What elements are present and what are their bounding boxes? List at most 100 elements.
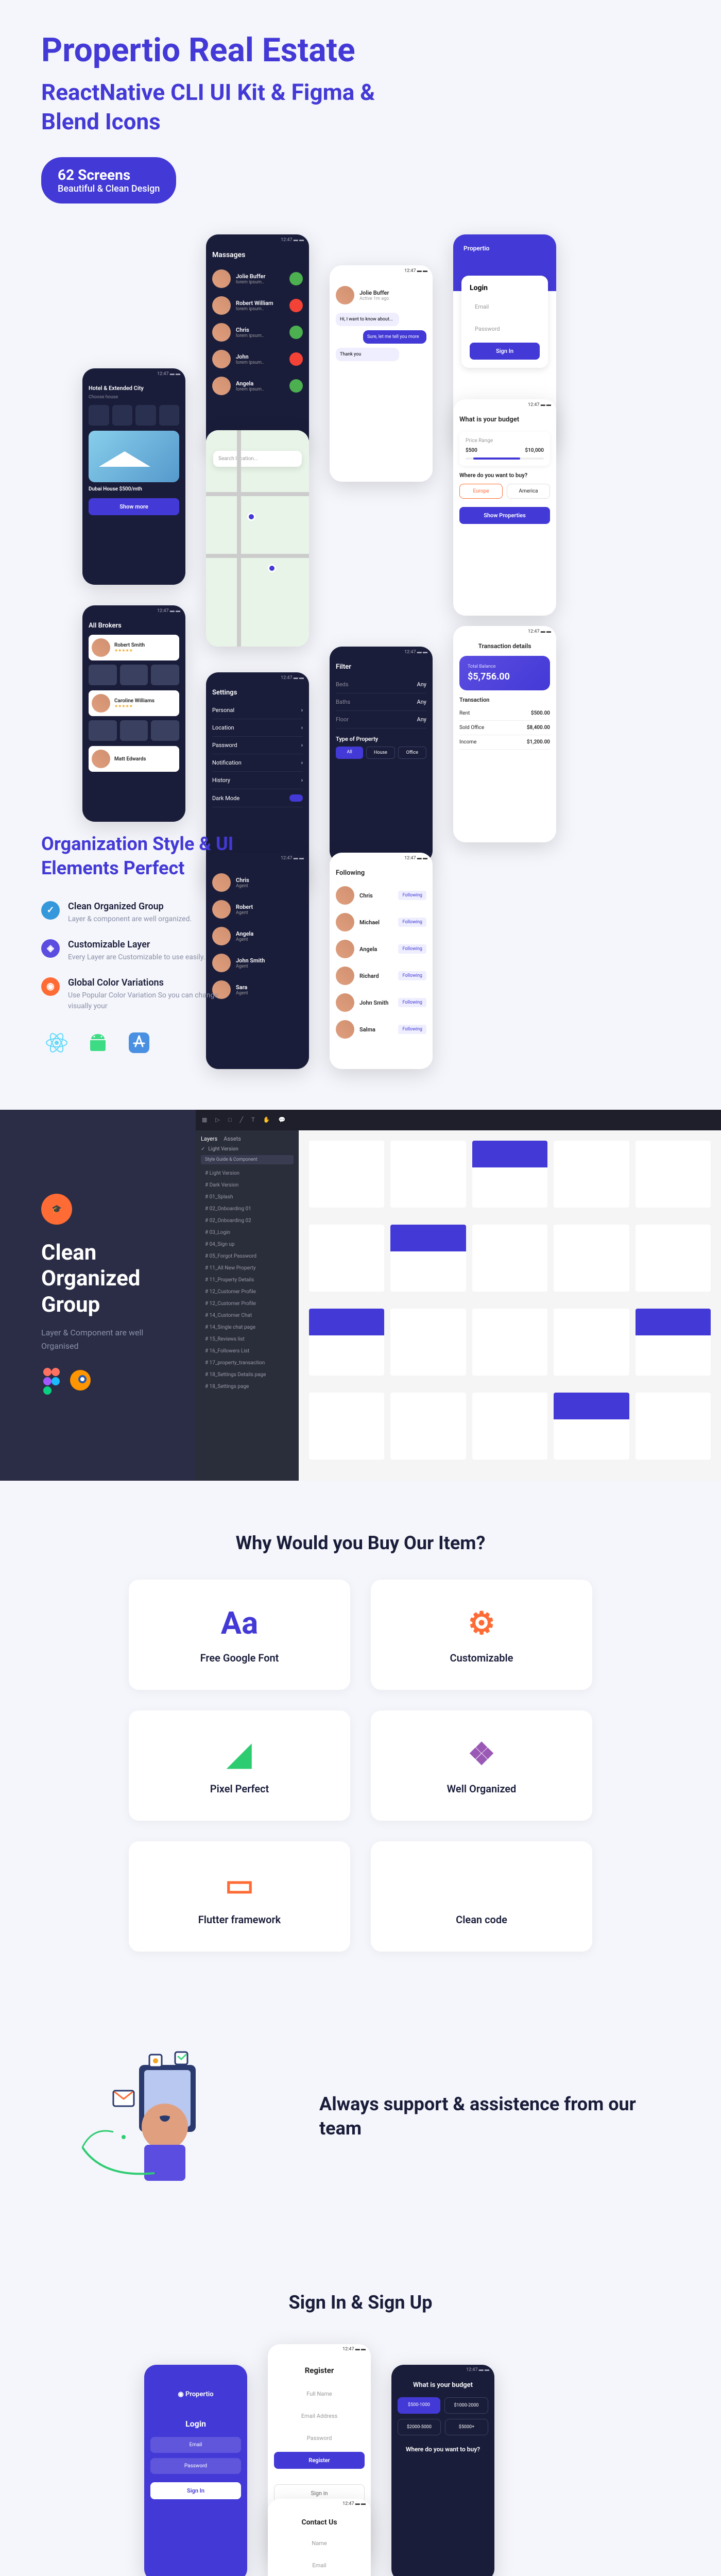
map-pin-icon (247, 513, 255, 521)
mockup-budget-dark: 12:47 ▬ ▬ What is your budget $500-1000 … (391, 2365, 494, 2576)
figma-artboard-thumb (554, 1309, 629, 1376)
figma-title: Clean Organized Group (41, 1240, 175, 1318)
signin-section: Sign In & Sign Up ◉ Propertio Login Emai… (41, 2250, 680, 2576)
figma-artboard-thumb (309, 1393, 384, 1460)
appstore-icon (124, 1027, 154, 1058)
why-label: Flutter framework (144, 1913, 335, 1926)
figma-layer-item: # 11_Property Details (201, 1274, 294, 1286)
settings-row: Personal› (212, 702, 303, 719)
password-field: Password (470, 320, 540, 337)
figma-artboard-thumb (309, 1225, 384, 1292)
why-card: Clean code (371, 1841, 592, 1952)
figma-layer-item: # Dark Version (201, 1179, 294, 1191)
email-field: Email (470, 298, 540, 315)
why-title: Why Would you Buy Our Item? (41, 1532, 680, 1554)
figma-artboard-thumb (554, 1141, 629, 1208)
mockup-budget: 12:47 ▬ ▬ What is your budget Price Rang… (453, 399, 556, 616)
map-pin-icon (268, 564, 276, 572)
toggle-icon (289, 794, 303, 802)
hero-subtitle: ReactNative CLI UI Kit & Figma & Blend I… (41, 78, 402, 137)
why-icon: ❖ (386, 1736, 577, 1772)
figma-layer-item: # 12_Customer Profile (201, 1286, 294, 1298)
why-card: AaFree Google Font (129, 1580, 350, 1690)
globe-icon: ◉ (41, 977, 60, 996)
figma-artboard-thumb (309, 1309, 384, 1376)
why-card: ❖ Well Organized (371, 1710, 592, 1821)
why-icon: ⚙ (386, 1605, 577, 1641)
figma-artboard-thumb (554, 1393, 629, 1460)
figma-artboard-thumb (390, 1141, 466, 1208)
badge-text: Beautiful & Clean Design (58, 183, 160, 194)
mockup-map: Search location... (206, 430, 309, 647)
why-icon: ▭ (144, 1867, 335, 1903)
video-icon (289, 299, 303, 312)
why-icon: ◢ (144, 1736, 335, 1772)
why-card: ◢ Pixel Perfect (129, 1710, 350, 1821)
figma-menu-icon: ▦ (202, 1116, 207, 1123)
chevron-right-icon: › (301, 707, 303, 714)
why-label: Well Organized (386, 1783, 577, 1795)
mockup-filter: 12:47 ▬ ▬ Filter BedsAny BathsAny FloorA… (330, 647, 433, 863)
blender-icon (68, 1368, 93, 1397)
mockup-wallet: 12:47 ▬ ▬ Transaction details Total Bala… (453, 626, 556, 842)
figma-layer-item: # 16_Followers List (201, 1345, 294, 1357)
figma-logo-icon (41, 1368, 60, 1397)
figma-screenshot: ▦▷□╱T✋💬 LayersAssets ✓Light Version Styl… (196, 1110, 721, 1481)
support-section: Always support & assistence from our tea… (41, 1982, 680, 2250)
figma-layer-item: # 01_Splash (201, 1191, 294, 1203)
screens-badge: 62 Screens Beautiful & Clean Design (41, 157, 176, 204)
mockup-signin: ◉ Propertio Login Email Password Sign In (144, 2365, 247, 2576)
feature-item: ✓ Clean Organized GroupLayer & component… (41, 901, 237, 925)
figma-desc: Layer & Component are well Organised (41, 1326, 175, 1352)
brand-logo: Propertio (464, 245, 546, 252)
figma-layer-item: # 02_Onboarding 01 (201, 1203, 294, 1215)
why-icon: Aa (144, 1605, 335, 1641)
figma-layer-item: # 15_Reviews list (201, 1333, 294, 1345)
mockup-contact: 12:47 ▬ ▬ Contact Us Name Email Message … (268, 2499, 371, 2576)
why-label: Customizable (386, 1652, 577, 1664)
figma-layer-item: # 17_property_transaction (201, 1357, 294, 1369)
figma-artboard-thumb (390, 1393, 466, 1460)
figma-layer-item: # 03_Login (201, 1227, 294, 1239)
figma-artboard-thumb (472, 1393, 547, 1460)
figma-layer-item: # 02_Onboarding 02 (201, 1215, 294, 1227)
figma-artboard-thumb (636, 1393, 711, 1460)
signin-btn: Sign In (470, 343, 540, 360)
figma-artboard-thumb (472, 1141, 547, 1208)
figma-layer-item: # 18_Settings page (201, 1381, 294, 1393)
signin-title: Sign In & Sign Up (41, 2292, 680, 2313)
mockup-chat-detail: 12:47 ▬ ▬ Jolie BufferActive 1m ago Hi, … (330, 265, 433, 482)
graduation-icon: 🎓 (41, 1194, 72, 1225)
why-card: ▭ Flutter framework (129, 1841, 350, 1952)
figma-layer-item: # 12_Customer Profile (201, 1298, 294, 1310)
figma-artboard-thumb (636, 1309, 711, 1376)
org-title: Organization Style & UI Elements Perfect (41, 832, 237, 880)
check-icon: ✓ (201, 1146, 205, 1152)
figma-artboard-thumb (636, 1225, 711, 1292)
figma-artboard-thumb (390, 1309, 466, 1376)
why-label: Pixel Perfect (144, 1783, 335, 1795)
react-icon (41, 1027, 72, 1058)
figma-artboard-thumb (554, 1225, 629, 1292)
why-card: ⚙ Customizable (371, 1580, 592, 1690)
android-icon (82, 1027, 113, 1058)
figma-artboard-thumb (472, 1225, 547, 1292)
figma-layer-item: # 05_Forgot Password (201, 1250, 294, 1262)
why-icon (386, 1867, 577, 1903)
layer-icon: ◈ (41, 939, 60, 958)
why-section: Why Would you Buy Our Item? AaFree Googl… (41, 1481, 680, 1982)
figma-layer-item: # 18_Settings Details page (201, 1369, 294, 1381)
search-input: Search location... (213, 451, 302, 467)
figma-layer-item: # 14_Customer Chat (201, 1310, 294, 1321)
mockup-home: 12:47 ▬ ▬ Hotel & Extended City Choose h… (82, 368, 185, 585)
figma-artboard-thumb (390, 1225, 466, 1292)
support-illustration (41, 2024, 288, 2209)
figma-section: 🎓 Clean Organized Group Layer & Componen… (0, 1110, 721, 1481)
feature-item: ◈ Customizable LayerEvery Layer are Cust… (41, 939, 237, 963)
figma-artboard-thumb (636, 1141, 711, 1208)
feature-item: ◉ Global Color VariationsUse Popular Col… (41, 977, 237, 1012)
why-label: Clean code (386, 1913, 577, 1926)
mockup-brokers: 12:47 ▬ ▬ All Brokers Robert Smith★★★★★ … (82, 605, 185, 822)
message-item: Jolie Bufferlorem ipsum.. (212, 265, 303, 292)
badge-count: 62 Screens (58, 166, 160, 183)
